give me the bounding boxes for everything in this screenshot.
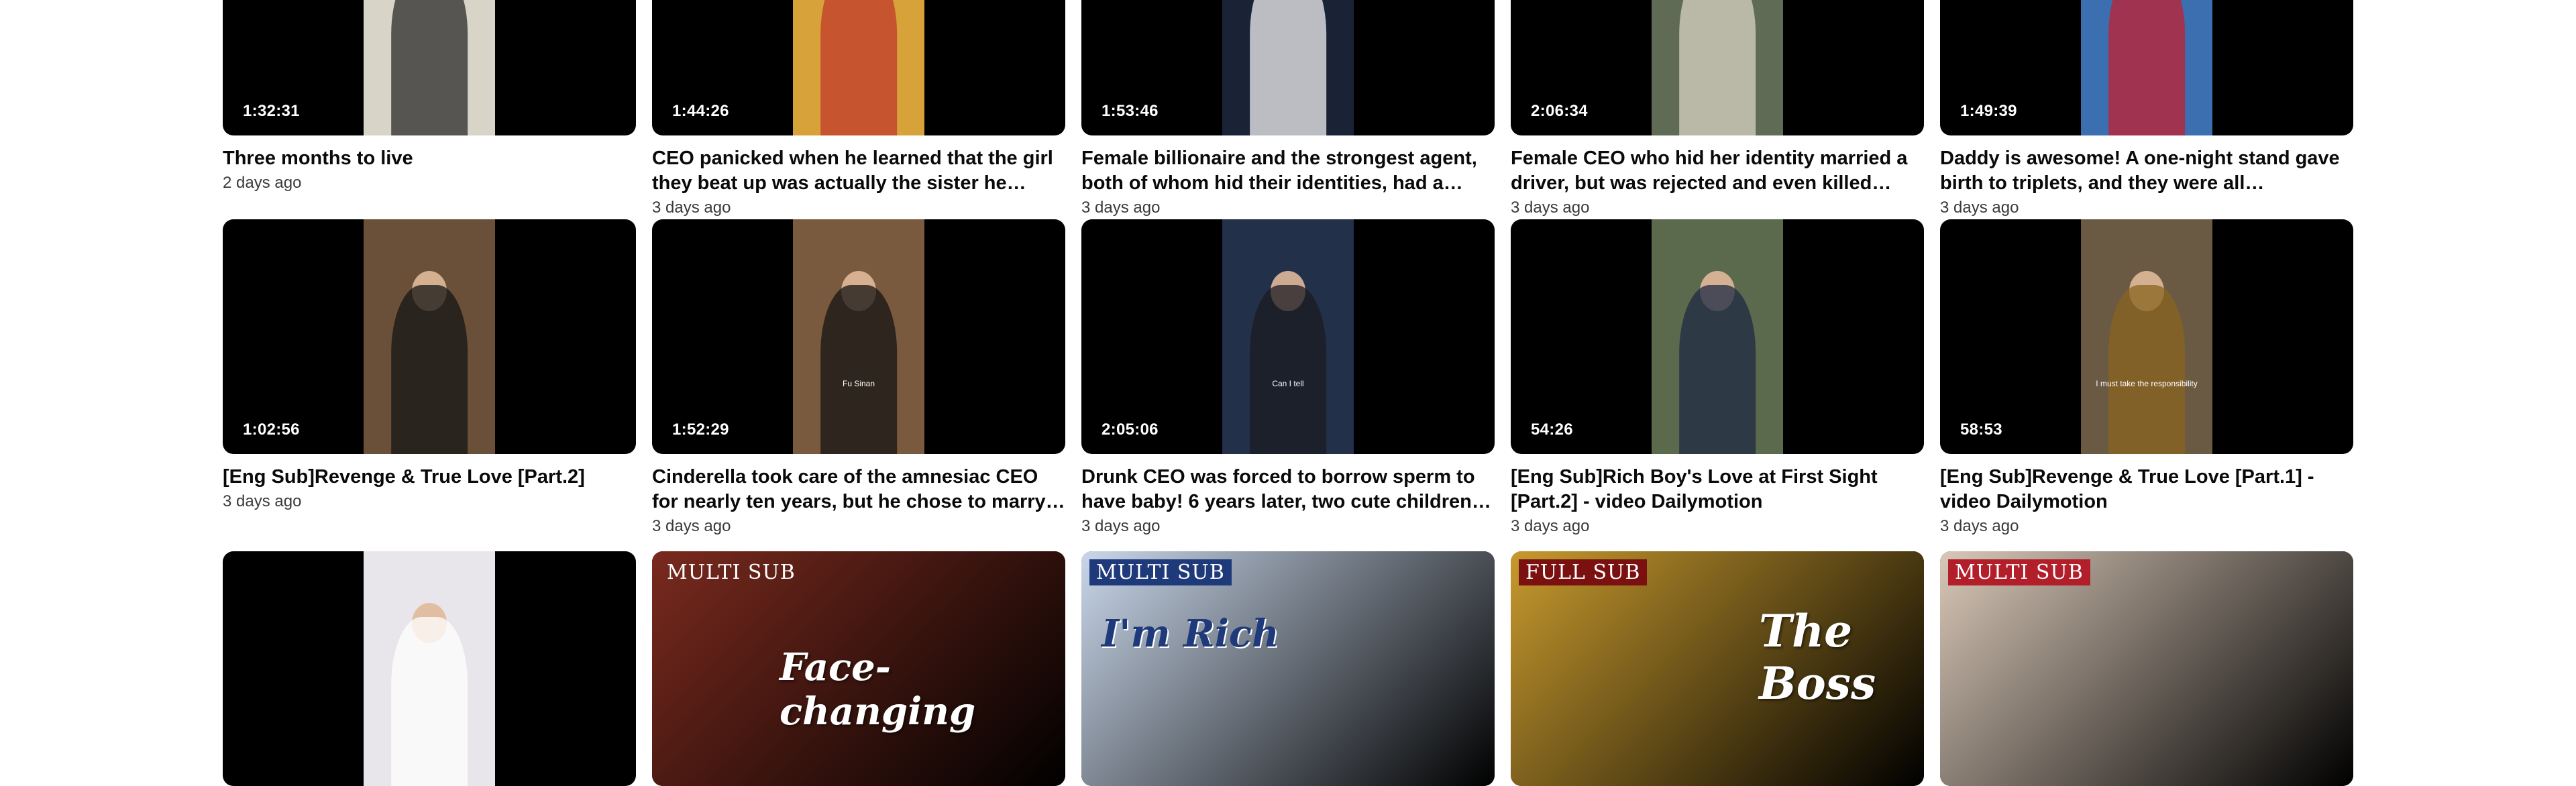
video-age: 3 days ago [1511,199,1590,217]
video-thumbnail[interactable]: MULTI SUB I'm Rich [1081,551,1495,786]
video-age: 3 days ago [1511,517,1590,535]
video-card[interactable]: FULL SUB The Boss [1511,551,1924,786]
video-title[interactable]: Daddy is awesome! A one-night stand gave… [1940,146,2353,196]
thumbnail-frame [364,551,495,786]
video-age: 3 days ago [652,517,731,535]
video-title[interactable]: Drunk CEO was forced to borrow sperm to … [1081,465,1495,514]
poster-title: The Boss [1759,605,1876,710]
poster-art [1940,551,2353,786]
sub-badge: MULTI SUB [1948,559,2090,585]
poster-title: Face-changing [780,645,976,734]
video-thumbnail[interactable]: 1:44:26 [652,0,1065,135]
video-thumbnail[interactable] [223,551,636,786]
video-grid: 1:32:31 Three months to live 2 days ago … [223,0,2353,786]
duration-badge: 1:44:26 [672,102,729,120]
thumbnail-frame [1652,219,1783,454]
sub-badge: MULTI SUB [1089,559,1232,585]
video-card[interactable]: I must take the responsibility 58:53 [En… [1940,219,2353,551]
video-age: 2 days ago [223,174,302,192]
video-age: 3 days ago [1940,517,2019,535]
video-thumbnail[interactable]: 1:53:46 [1081,0,1495,135]
thumbnail-frame [364,219,495,454]
video-title[interactable]: Three months to live [223,146,636,171]
duration-badge: 1:52:29 [672,420,729,439]
video-thumbnail[interactable]: FULL SUB The Boss [1511,551,1924,786]
video-card[interactable]: 54:26 [Eng Sub]Rich Boy's Love at First … [1511,219,1924,551]
video-thumbnail[interactable]: 1:32:31 [223,0,636,135]
thumbnail-frame: Fu Sinan [793,219,924,454]
video-title[interactable]: Female billionaire and the strongest age… [1081,146,1495,196]
video-card[interactable]: 1:32:31 Three months to live 2 days ago [223,0,636,219]
duration-badge: 1:53:46 [1102,102,1159,120]
video-card[interactable]: 2:06:34 Female CEO who hid her identity … [1511,0,1924,219]
thumbnail-frame: I must take the responsibility [2081,219,2212,454]
duration-badge: 54:26 [1531,420,1573,439]
thumbnail-frame [2081,0,2212,135]
video-title[interactable]: [Eng Sub]Revenge & True Love [Part.1] - … [1940,465,2353,514]
video-thumbnail[interactable]: MULTI SUB [1940,551,2353,786]
poster-title: I'm Rich [1102,612,1279,656]
video-thumbnail[interactable]: Fu Sinan 1:52:29 [652,219,1065,454]
video-card[interactable]: 1:44:26 CEO panicked when he learned tha… [652,0,1065,219]
video-thumbnail[interactable]: 54:26 [1511,219,1924,454]
duration-badge: 1:02:56 [243,420,300,439]
video-card[interactable]: MULTI SUB Face-changing [652,551,1065,786]
video-card[interactable] [223,551,636,786]
video-card[interactable]: 1:02:56 [Eng Sub]Revenge & True Love [Pa… [223,219,636,551]
video-card[interactable]: MULTI SUB I'm Rich [1081,551,1495,786]
video-title[interactable]: [Eng Sub]Revenge & True Love [Part.2] [223,465,636,490]
video-card[interactable]: Can I tell 2:05:06 Drunk CEO was forced … [1081,219,1495,551]
poster-art [1081,551,1495,786]
duration-badge: 1:49:39 [1960,102,2017,120]
thumbnail-caption: I must take the responsibility [2096,379,2198,388]
video-thumbnail[interactable]: 1:02:56 [223,219,636,454]
video-card[interactable]: MULTI SUB [1940,551,2353,786]
thumbnail-frame [364,0,495,135]
thumbnail-frame [1222,0,1354,135]
thumbnail-frame: Can I tell [1222,219,1354,454]
video-age: 3 days ago [1081,517,1161,535]
thumbnail-caption: Fu Sinan [842,379,875,388]
duration-badge: 2:06:34 [1531,102,1588,120]
video-title[interactable]: CEO panicked when he learned that the gi… [652,146,1065,196]
sub-badge: FULL SUB [1519,559,1648,585]
video-thumbnail[interactable]: 1:49:39 [1940,0,2353,135]
duration-badge: 2:05:06 [1102,420,1159,439]
video-age: 3 days ago [1940,199,2019,217]
video-thumbnail[interactable]: I must take the responsibility 58:53 [1940,219,2353,454]
video-card[interactable]: 1:49:39 Daddy is awesome! A one-night st… [1940,0,2353,219]
video-title[interactable]: Female CEO who hid her identity married … [1511,146,1924,196]
sub-badge: MULTI SUB [667,561,796,584]
video-card[interactable]: 1:53:46 Female billionaire and the stron… [1081,0,1495,219]
video-thumbnail[interactable]: 2:06:34 [1511,0,1924,135]
video-thumbnail[interactable]: MULTI SUB Face-changing [652,551,1065,786]
video-age: 3 days ago [1081,199,1161,217]
video-age: 3 days ago [652,199,731,217]
video-age: 3 days ago [223,492,302,510]
thumbnail-caption: Can I tell [1272,379,1304,388]
thumbnail-frame [793,0,924,135]
video-card[interactable]: Fu Sinan 1:52:29 Cinderella took care of… [652,219,1065,551]
duration-badge: 1:32:31 [243,102,300,120]
video-title[interactable]: Cinderella took care of the amnesiac CEO… [652,465,1065,514]
duration-badge: 58:53 [1960,420,2002,439]
thumbnail-frame [1652,0,1783,135]
video-thumbnail[interactable]: Can I tell 2:05:06 [1081,219,1495,454]
video-title[interactable]: [Eng Sub]Rich Boy's Love at First Sight … [1511,465,1924,514]
